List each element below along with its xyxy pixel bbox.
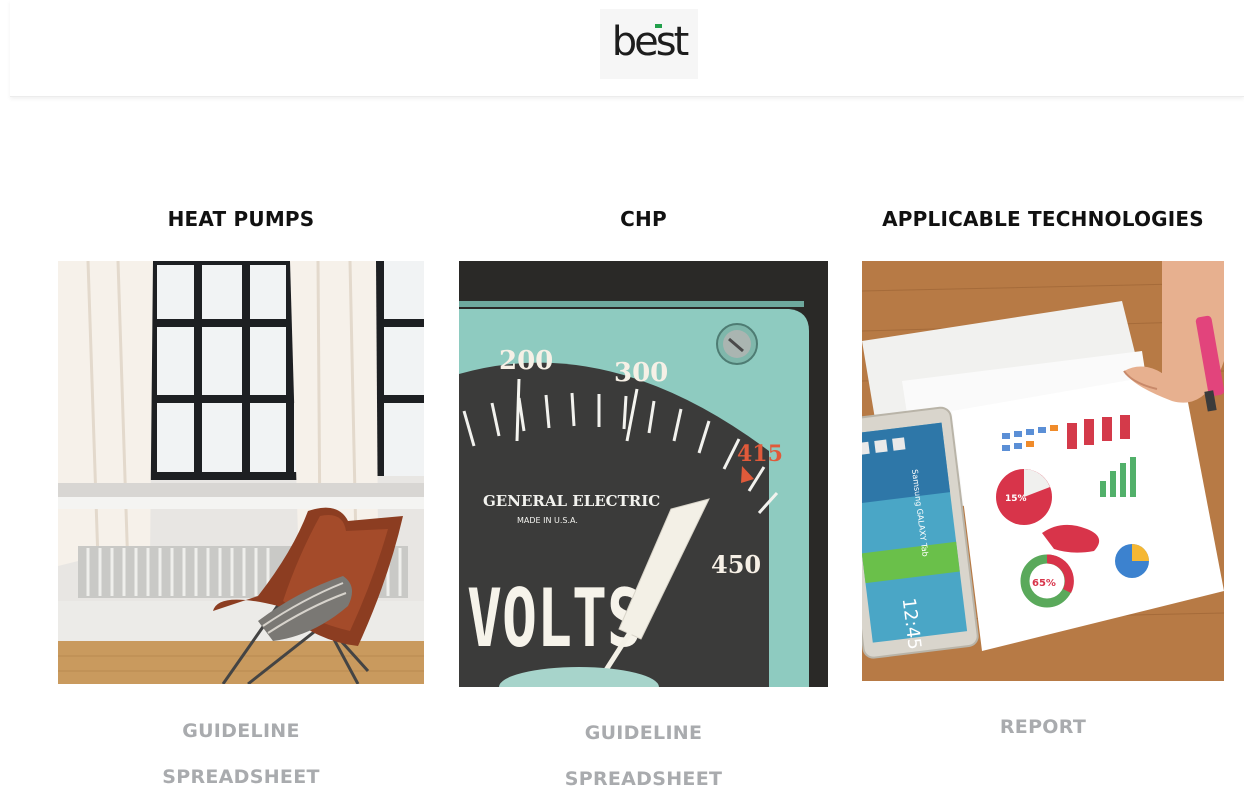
meter-tick-300: 300 [614,358,668,388]
voltmeter-illustration: 200 300 415 450 GENERAL ELECTRIC MADE IN… [459,261,828,687]
meter-tick-200: 200 [499,346,553,376]
chp-guideline-link[interactable]: GUIDELINE [459,722,828,744]
brand-logo[interactable]: best [600,9,698,79]
logo-accent-mark [655,24,662,28]
report-pie-percent: 15% [1005,494,1027,504]
chp-spreadsheet-link[interactable]: SPREADSHEET [459,768,828,790]
logo-text: best [611,19,690,65]
heat-pumps-guideline-link[interactable]: GUIDELINE [58,720,424,742]
desk-with-reports-illustration: 15% 65% 12:45 Samsung GALAXY Tab [862,261,1224,681]
chp-photo: 200 300 415 450 GENERAL ELECTRIC MADE IN… [459,261,828,687]
section-title-chp: CHP [620,207,667,231]
site-header: best [10,0,1244,97]
applicable-technologies-photo: 15% 65% 12:45 Samsung GALAXY Tab [862,261,1224,681]
room-with-chair-illustration [58,261,424,684]
meter-tick-450: 450 [711,550,761,579]
heat-pumps-spreadsheet-link[interactable]: SPREADSHEET [58,766,424,788]
meter-tick-415: 415 [737,441,783,467]
report-donut-percent: 65% [1032,578,1056,589]
section-title-heat-pumps: HEAT PUMPS [167,207,315,231]
heat-pumps-photo [58,261,424,684]
applicable-technologies-report-link[interactable]: REPORT [862,716,1224,738]
meter-made-in: MADE IN U.S.A. [517,516,578,525]
section-title-applicable-technologies: APPLICABLE TECHNOLOGIES [882,207,1204,231]
meter-brand: GENERAL ELECTRIC [483,492,660,510]
